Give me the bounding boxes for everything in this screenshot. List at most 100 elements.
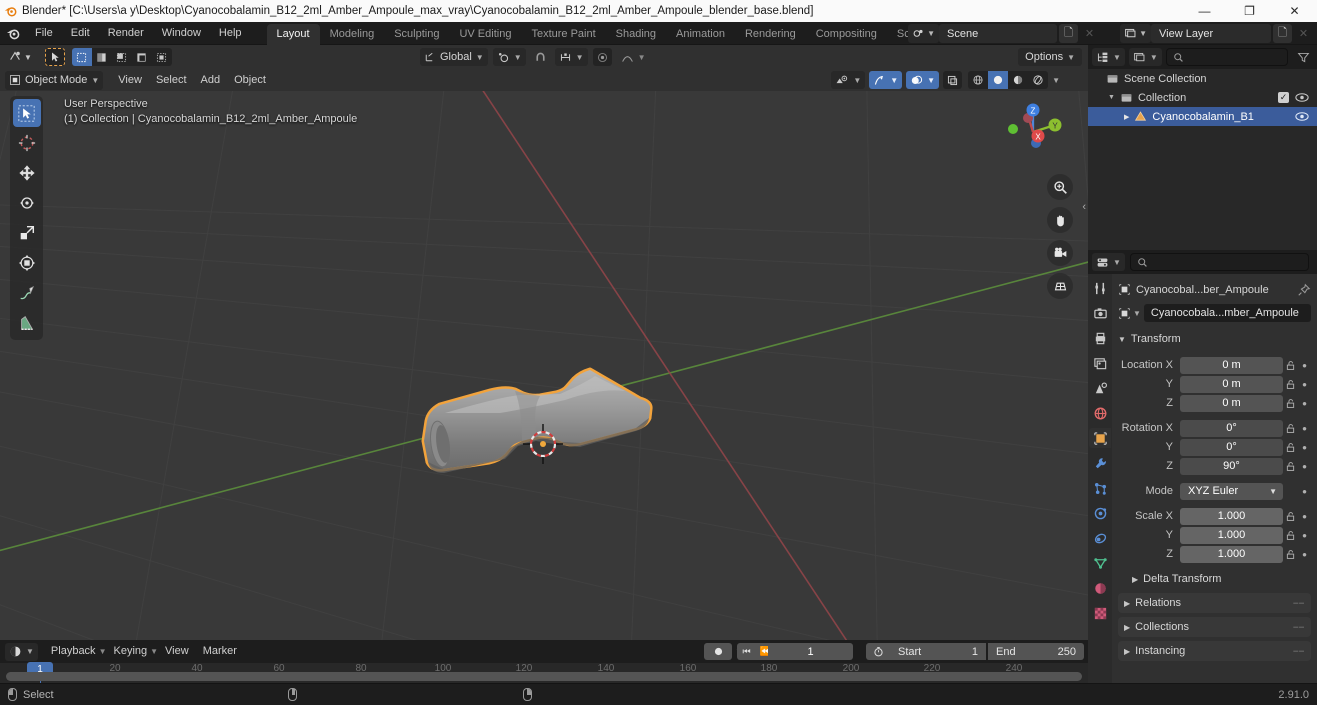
timeline-scrollbar[interactable] [6,672,1082,681]
view-layer-name-field[interactable]: View Layer [1151,24,1271,43]
output-tab[interactable] [1089,328,1111,348]
camera-view-icon[interactable] [1047,240,1073,266]
rotation-x-field[interactable]: 0° [1180,419,1283,437]
relations-panel[interactable]: ▶ Relations ━━ [1118,593,1311,613]
lock-icon[interactable] [1283,549,1298,560]
rotate-tool-icon[interactable] [13,189,41,217]
gizmo-toggle-dropdown[interactable]: ▼ [869,71,903,89]
transform-panel-header[interactable]: ▼ Transform [1118,329,1311,349]
location-z-field[interactable]: 0 m [1180,394,1283,412]
workspace-tab-layout[interactable]: Layout [266,23,320,45]
jump-to-start-button[interactable]: ⏮ [737,643,756,660]
outliner-row-collection[interactable]: ▼ Collection ✓ [1088,88,1317,107]
menu-edit[interactable]: Edit [62,24,99,42]
constraints-tab[interactable] [1089,528,1111,548]
lock-icon[interactable] [1283,398,1298,409]
proportional-falloff-dropdown[interactable]: ▼ [617,48,650,66]
menu-file[interactable]: File [26,24,62,42]
use-preview-range-icon[interactable] [866,643,890,660]
shading-material-preview-icon[interactable] [1008,71,1029,89]
pivot-point-dropdown[interactable]: ▼ [492,48,526,66]
sidebar-collapse-icon[interactable]: ‹ [1082,201,1086,213]
chevron-down-icon[interactable]: ▼ [1108,94,1115,101]
current-frame-field[interactable]: 1 [768,643,853,660]
workspace-tab-animation[interactable]: Animation [666,24,735,45]
texture-tab[interactable] [1089,603,1111,623]
lock-icon[interactable] [1283,360,1298,371]
editor-type-icon[interactable]: ▼ [5,48,35,66]
workspace-tab-texture-paint[interactable]: Texture Paint [521,24,605,45]
remove-view-layer-button[interactable]: ✕ [1294,24,1313,43]
collections-panel[interactable]: ▶ Collections ━━ [1118,617,1311,637]
viewport-menu-select[interactable]: Select [149,72,194,89]
viewport-options-dropdown[interactable]: Options ▼ [1018,48,1082,66]
object-tab[interactable] [1089,428,1111,448]
animate-property-dot[interactable]: • [1298,440,1311,455]
select-set-icon[interactable] [71,48,92,66]
interaction-mode-dropdown[interactable]: Object Mode ▼ [5,70,104,90]
pan-hand-icon[interactable] [1047,207,1073,233]
close-button[interactable]: ✕ [1272,0,1317,22]
animate-property-dot[interactable]: • [1298,509,1311,524]
minimize-button[interactable]: — [1182,0,1227,22]
animate-property-dot[interactable]: • [1298,528,1311,543]
scene-name-field[interactable]: Scene [939,24,1057,43]
transform-orientation-dropdown[interactable]: Global ▼ [420,48,488,66]
animate-property-dot[interactable]: • [1298,377,1311,392]
tweak-select-box-tool-icon[interactable] [12,99,41,127]
auto-keying-button[interactable] [704,643,733,660]
location-x-field[interactable]: 0 m [1180,356,1283,374]
shading-wireframe-icon[interactable] [968,71,989,89]
timeline-editor-type-icon[interactable]: ▼ [5,642,38,661]
overlays-toggle-dropdown[interactable]: ▼ [906,71,940,89]
material-tab[interactable] [1089,578,1111,598]
snap-magnet-icon[interactable] [530,48,550,66]
outliner-search-input[interactable] [1165,48,1288,66]
workspace-tab-sculpting[interactable]: Sculpting [384,24,449,45]
annotate-tool-icon[interactable] [13,279,41,307]
timeline-menu-marker[interactable]: Marker [196,643,244,660]
properties-search-input[interactable] [1129,253,1309,271]
snap-to-dropdown[interactable]: ▼ [554,48,588,66]
world-tab[interactable] [1089,403,1111,423]
xray-toggle-button[interactable] [943,71,963,89]
collection-checkbox[interactable]: ✓ [1278,92,1289,103]
workspace-tab-rendering[interactable]: Rendering [735,24,806,45]
viewport-menu-add[interactable]: Add [194,72,228,89]
tool-tab[interactable] [1089,278,1111,298]
view-layer-browse-button[interactable]: ▼ [1120,24,1151,43]
chevron-right-icon[interactable]: ▶ [1124,113,1129,121]
viewport-menu-object[interactable]: Object [227,72,273,89]
instancing-panel[interactable]: ▶ Instancing ━━ [1118,641,1311,661]
workspace-tab-shading[interactable]: Shading [606,24,666,45]
lock-icon[interactable] [1283,423,1298,434]
transform-tool-icon[interactable] [13,249,41,277]
scale-y-field[interactable]: 1.000 [1180,526,1283,544]
viewport-3d-canvas[interactable]: User Perspective (1) Collection | Cyanoc… [0,91,1088,640]
animate-property-dot[interactable]: • [1298,459,1311,474]
outliner-row-object[interactable]: ▶ Cyanocobalamin_B1 [1088,107,1317,126]
lock-icon[interactable] [1283,442,1298,453]
timeline-menu-playback[interactable]: Playback [44,643,103,660]
animate-property-dot[interactable]: • [1298,358,1311,373]
timeline-menu-keying[interactable]: Keying [106,643,154,660]
navigation-gizmo[interactable]: Z Y X [998,97,1068,167]
workspace-tab-compositing[interactable]: Compositing [806,24,887,45]
modifier-tab[interactable] [1089,453,1111,473]
toggle-perspective-icon[interactable] [1047,273,1073,299]
location-y-field[interactable]: 0 m [1180,375,1283,393]
cursor-tool-icon[interactable] [13,129,41,157]
measure-tool-icon[interactable] [13,309,41,337]
menu-help[interactable]: Help [210,24,251,42]
visibility-dropdown[interactable]: ▼ [831,71,866,89]
animate-property-dot[interactable]: • [1298,547,1311,562]
proportional-edit-icon[interactable] [592,48,612,66]
scale-tool-icon[interactable] [13,219,41,247]
physics-tab[interactable] [1089,503,1111,523]
properties-editor-type-icon[interactable]: ▼ [1092,253,1125,271]
scene-tab[interactable] [1089,378,1111,398]
animate-property-dot[interactable]: • [1298,421,1311,436]
frame-end-field[interactable]: End 250 [988,643,1084,660]
lock-icon[interactable] [1283,379,1298,390]
rotation-z-field[interactable]: 90° [1180,457,1283,475]
